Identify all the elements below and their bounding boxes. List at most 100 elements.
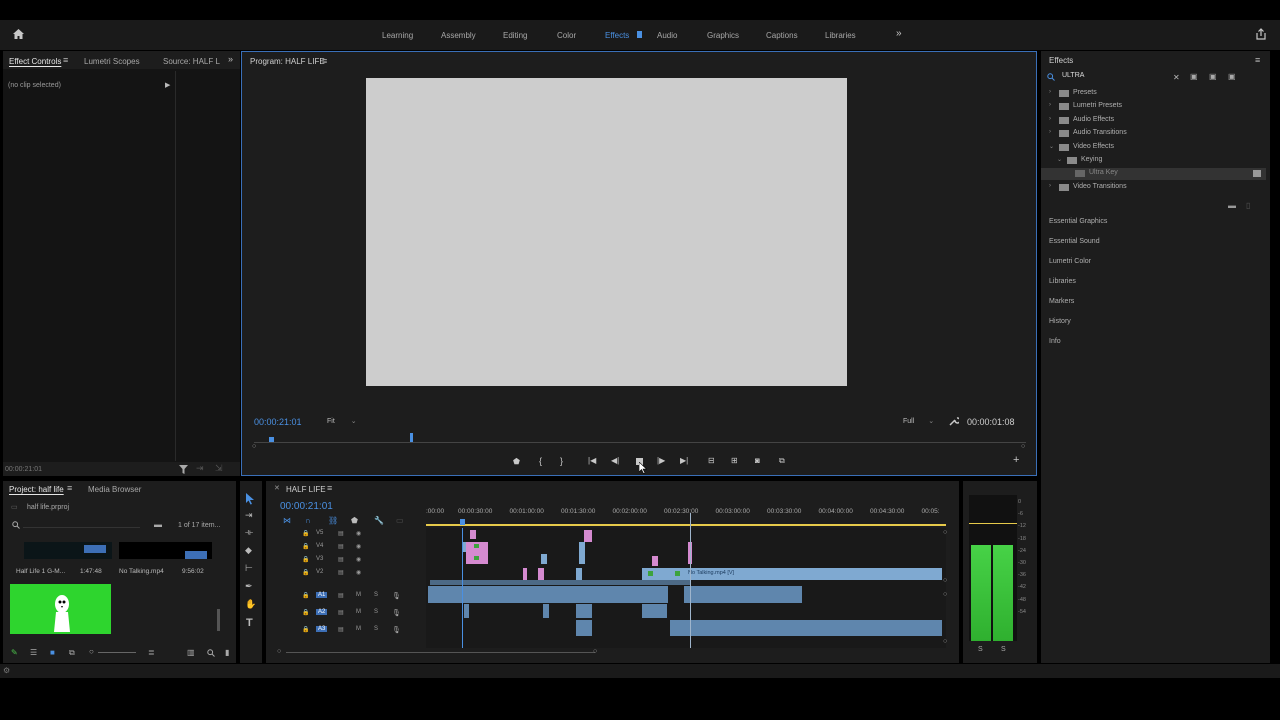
selection-tool-icon[interactable] <box>246 493 255 505</box>
h-zoom-left[interactable]: ○ <box>277 648 281 655</box>
more-workspaces-icon[interactable]: » <box>896 28 902 39</box>
timeline-playhead-handle[interactable] <box>460 519 465 525</box>
project-item-thumb-1[interactable] <box>24 542 112 559</box>
track-mic-icon[interactable]: 🎙 <box>392 626 401 634</box>
project-menu-icon[interactable]: ≡ <box>67 483 72 493</box>
audio-clip-a3[interactable] <box>576 620 592 636</box>
find-icon[interactable] <box>207 649 215 657</box>
chevron-right-icon[interactable]: › <box>1049 102 1051 108</box>
workspace-learning[interactable]: Learning <box>382 31 413 40</box>
track-lock-icon[interactable]: 🔒 <box>302 592 309 599</box>
solo-right-button[interactable]: S <box>1001 646 1006 653</box>
captions-icon[interactable]: ▭ <box>396 516 404 525</box>
panel-section-history[interactable]: History <box>1049 318 1071 325</box>
workspace-libraries[interactable]: Libraries <box>825 31 856 40</box>
track-sync-icon[interactable]: ▤ <box>338 530 344 537</box>
tab-effect-controls[interactable]: Effect Controls <box>9 57 61 66</box>
32bit-effects-icon[interactable]: ▣ <box>1209 72 1217 81</box>
add-marker-timeline-icon[interactable]: ⬟ <box>351 516 358 525</box>
audio-clip-a2[interactable] <box>543 604 549 618</box>
effects-tree-item[interactable]: ⌄ Video Effects <box>1041 142 1266 154</box>
expand-arrow-icon[interactable]: ▶ <box>165 81 170 89</box>
ripple-edit-tool-icon[interactable]: ⟛ <box>245 527 253 538</box>
project-item-thumb-3[interactable] <box>10 584 111 634</box>
freeform-view-icon[interactable]: ⧉ <box>69 648 75 658</box>
program-playhead[interactable] <box>410 433 413 442</box>
audio-clip-a2[interactable] <box>576 604 592 618</box>
fit-dropdown[interactable]: Fit ⌄ <box>327 417 357 425</box>
track-scroll-handle[interactable]: ○ <box>943 638 947 645</box>
track-scroll-handle[interactable]: ○ <box>943 577 947 584</box>
workspace-graphics[interactable]: Graphics <box>707 31 739 40</box>
work-area-bar[interactable] <box>426 524 946 526</box>
program-monitor-tab[interactable]: Program: HALF LIFE <box>250 57 325 66</box>
project-search-input[interactable] <box>23 527 140 528</box>
workspace-color[interactable]: Color <box>557 31 576 40</box>
track-eye-icon[interactable]: ◉ <box>356 543 361 550</box>
track-scroll-handle[interactable]: ○ <box>943 529 947 536</box>
track-header[interactable]: 🔒 V5 ▤ ◉ <box>266 529 426 541</box>
audio-clip-a2[interactable] <box>464 604 469 618</box>
audio-clip-a1b[interactable] <box>684 586 802 603</box>
panel-section-essential-sound[interactable]: Essential Sound <box>1049 238 1100 245</box>
go-to-out-icon[interactable]: ▶| <box>680 456 688 465</box>
track-header[interactable]: 🔒 A3 ▤ M S 🎙 <box>266 625 426 637</box>
track-header[interactable]: 🔒 A1 ▤ M S 🎙 <box>266 591 426 603</box>
chevron-down-icon[interactable]: ⌄ <box>1057 156 1062 163</box>
track-header[interactable]: 🔒 A2 ▤ M S 🎙 <box>266 608 426 620</box>
track-mute-button[interactable]: M <box>356 609 361 615</box>
track-eye-icon[interactable]: ◉ <box>356 556 361 563</box>
write-icon[interactable]: ✎ <box>11 648 18 657</box>
track-mute-button[interactable]: M <box>356 626 361 632</box>
track-area[interactable]: No Talking.mp4 [V] <box>426 513 946 648</box>
effects-tree-item[interactable]: › Audio Transitions <box>1041 128 1266 140</box>
track-select-tool-icon[interactable]: ⇥ <box>245 510 253 521</box>
sequence-tab[interactable]: HALF LIFE <box>286 485 326 494</box>
track-lock-icon[interactable]: 🔒 <box>302 609 309 616</box>
solo-left-button[interactable]: S <box>978 646 983 653</box>
track-header[interactable]: 🔒 V2 ▤ ◉ <box>266 568 426 580</box>
panel-section-lumetri-color[interactable]: Lumetri Color <box>1049 258 1091 265</box>
video-clip[interactable] <box>470 530 476 539</box>
effects-tree-item[interactable]: › Video Transitions <box>1041 182 1266 194</box>
v2-clip-no-talking[interactable]: No Talking.mp4 [V] <box>642 568 942 580</box>
effects-tree-item[interactable]: Ultra Key <box>1041 168 1266 181</box>
effects-menu-icon[interactable]: ≡ <box>1255 55 1260 65</box>
quality-dropdown[interactable]: Full ⌄ <box>903 417 934 425</box>
tab-media-browser[interactable]: Media Browser <box>88 485 141 494</box>
timeline-settings-icon[interactable]: 🔧 <box>374 516 384 525</box>
extract-icon[interactable]: ⊞ <box>731 456 738 465</box>
track-lock-icon[interactable]: 🔒 <box>302 556 309 563</box>
track-header[interactable]: 🔒 V3 ▤ ◉ <box>266 555 426 567</box>
effects-search-field[interactable]: ULTRA <box>1045 71 1185 83</box>
workspace-assembly[interactable]: Assembly <box>441 31 476 40</box>
new-search-bin-icon[interactable]: ▬ <box>154 520 162 529</box>
track-solo-button[interactable]: S <box>374 592 378 598</box>
effects-tree-item[interactable]: › Presets <box>1041 88 1266 100</box>
chevron-right-icon[interactable]: › <box>1049 89 1051 95</box>
track-sync-icon[interactable]: ▤ <box>338 592 344 599</box>
track-mic-icon[interactable]: 🎙 <box>392 609 401 617</box>
audio-clip-a1[interactable] <box>428 586 668 603</box>
panel-section-essential-graphics[interactable]: Essential Graphics <box>1049 218 1107 225</box>
effects-tree-item[interactable]: ⌄ Keying <box>1041 155 1266 167</box>
razor-tool-icon[interactable]: ◆ <box>245 545 252 556</box>
zoom-handle-right[interactable]: ○ <box>1021 443 1025 450</box>
track-sync-icon[interactable]: ▤ <box>338 543 344 550</box>
snap-icon[interactable]: ∩ <box>305 516 311 525</box>
workspace-effects[interactable]: Effects <box>605 31 629 40</box>
accelerated-effects-icon[interactable]: ▣ <box>1190 72 1198 81</box>
lift-icon[interactable]: ⊟ <box>708 456 715 465</box>
video-clip[interactable] <box>474 556 479 560</box>
step-forward-icon[interactable]: |▶ <box>657 456 665 465</box>
clear-search-icon[interactable]: ✕ <box>1173 73 1180 82</box>
mark-in-icon[interactable]: { <box>539 456 542 466</box>
project-scrollbar[interactable] <box>217 609 220 631</box>
new-bin-icon[interactable]: ▬ <box>1228 201 1236 210</box>
tab-source[interactable]: Source: HALF L <box>163 57 220 66</box>
go-to-in-icon[interactable]: |◀ <box>588 456 596 465</box>
workspace-captions[interactable]: Captions <box>766 31 798 40</box>
zoom-slider-handle[interactable]: ○ <box>89 647 94 656</box>
track-eye-icon[interactable]: ◉ <box>356 530 361 537</box>
step-back-icon[interactable]: ◀| <box>611 456 619 465</box>
